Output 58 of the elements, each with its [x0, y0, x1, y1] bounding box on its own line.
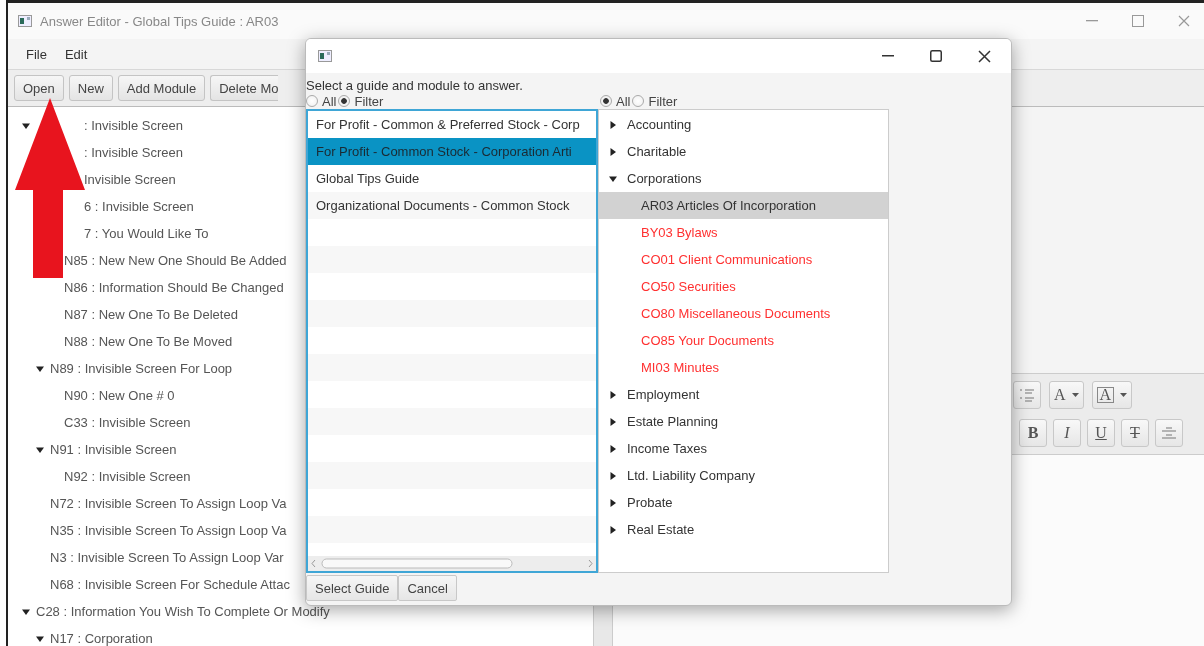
- tree-item[interactable]: CO01 Client Communications: [599, 246, 888, 273]
- tree-item[interactable]: Accounting: [627, 117, 692, 132]
- radio-button[interactable]: All: [600, 93, 631, 109]
- tree-item[interactable]: N85 : New New One Should Be Added: [64, 253, 287, 268]
- tree-item[interactable]: N92 : Invisible Screen: [64, 469, 191, 484]
- dialog-button[interactable]: Select Guide: [306, 575, 399, 601]
- list-item[interactable]: For Profit - Common Stock - Corporation Arti: [308, 138, 596, 165]
- tree-item[interactable]: AR03 Articles Of Incorporation: [599, 192, 888, 219]
- toolbar-button[interactable]: Delete Mo: [210, 75, 279, 101]
- tree-item[interactable]: N35 : Invisible Screen To Assign Loop Va: [50, 523, 287, 538]
- toolbar-button[interactable]: Add Module: [117, 75, 206, 101]
- tree-item[interactable]: N87 : New One To Be Deleted: [64, 307, 238, 322]
- tree-item[interactable]: Employment: [627, 387, 700, 402]
- tree-item[interactable]: Income Taxes: [627, 441, 707, 456]
- tree-item[interactable]: : Invisible Screen: [84, 145, 183, 160]
- tree-item[interactable]: 7 : You Would Like To: [84, 226, 209, 241]
- toolbar-button[interactable]: New: [68, 75, 113, 101]
- tree-item[interactable]: : Invisible Screen: [84, 118, 183, 133]
- tree-item[interactable]: N68 : Invisible Screen For Schedule Attac: [50, 577, 290, 592]
- strikethrough-button[interactable]: T: [1121, 419, 1149, 447]
- underline-button[interactable]: U: [1087, 419, 1115, 447]
- radio-button[interactable]: Filter: [338, 93, 384, 109]
- tree-item[interactable]: N3 : Invisible Screen To Assign Loop Var: [50, 550, 284, 565]
- radio-button[interactable]: All: [306, 93, 337, 109]
- italic-button[interactable]: I: [1053, 419, 1081, 447]
- radio-button[interactable]: Filter: [632, 93, 678, 109]
- prompt-text: Select a guide and module to answer.: [306, 77, 524, 93]
- tree-item[interactable]: CO50 Securities: [599, 273, 888, 300]
- highlight-button[interactable]: A: [1091, 381, 1133, 409]
- tree-item[interactable]: MI03 Minutes: [599, 354, 888, 381]
- tree-item[interactable]: N90 : New One # 0: [64, 388, 175, 403]
- tree-item[interactable]: Estate Planning: [627, 414, 719, 429]
- tree-item[interactable]: Ltd. Liability Company: [627, 468, 755, 483]
- tree-item[interactable]: Real Estate: [627, 522, 695, 537]
- font-color-button[interactable]: A: [1049, 381, 1084, 409]
- tree-item[interactable]: N88 : New One To Be Moved: [64, 334, 233, 349]
- tree-item[interactable]: Corporations: [627, 171, 702, 186]
- tree-item[interactable]: N72 : Invisible Screen To Assign Loop Va: [50, 496, 287, 511]
- tree-item[interactable]: N91 : Invisible Screen: [50, 442, 177, 457]
- tree-item[interactable]: CO80 Miscellaneous Documents: [599, 300, 888, 327]
- tree-item[interactable]: C33 : Invisible Screen: [64, 415, 191, 430]
- tree-item[interactable]: C28 : Information You Wish To Complete Or Modify: [36, 604, 330, 619]
- tree-item[interactable]: Probate: [627, 495, 673, 510]
- tree-item[interactable]: BY03 Bylaws: [599, 219, 888, 246]
- tree-item[interactable]: N86 : Information Should Be Changed: [64, 280, 284, 295]
- tree-item[interactable]: CO85 Your Documents: [599, 327, 888, 354]
- toolbar-button[interactable]: Open: [14, 75, 64, 101]
- tree-item[interactable]: N89 : Invisible Screen For Loop: [50, 361, 233, 376]
- tree-item[interactable]: 6 : Invisible Screen: [84, 199, 194, 214]
- dialog-button[interactable]: Cancel: [398, 575, 457, 601]
- menu-item[interactable]: Edit: [64, 46, 88, 62]
- window-title: Answer Editor - Global Tips Guide : AR03: [40, 13, 280, 29]
- tree-item[interactable]: Invisible Screen: [84, 172, 176, 187]
- bold-button[interactable]: B: [1019, 419, 1047, 447]
- tree-item[interactable]: Charitable: [627, 144, 687, 159]
- guide-list[interactable]: For Profit - Common & Preferred Stock - Corp For Profit - Common Stock - Corporation Arti Global Tips Guide Organizational Documents - Common Stock: [306, 109, 598, 573]
- tree-item[interactable]: N17 : Corporation: [50, 631, 153, 646]
- menu-item[interactable]: File: [26, 46, 47, 62]
